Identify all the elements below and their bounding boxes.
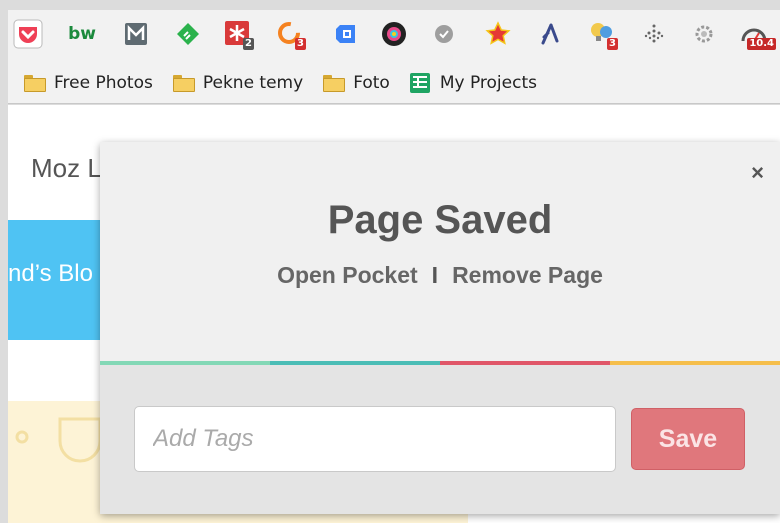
popup-footer: Save [100,365,780,514]
bookmark-pekne-temy[interactable]: Pekne temy [172,72,304,93]
asterisk-extension-icon[interactable]: 2 [222,18,254,50]
dots-extension-icon[interactable] [638,18,670,50]
blue-box-extension-icon[interactable] [330,18,362,50]
star-extension-icon[interactable] [482,18,514,50]
m-extension-icon[interactable] [120,18,152,50]
page-saved-title: Page Saved [327,198,553,242]
folder-icon [24,75,46,92]
blog-banner[interactable]: nd’s Blo [8,220,108,340]
bookmarks-bar: Free Photos Pekne temy Foto My Projects [8,62,780,104]
extensions-toolbar: bw 2 3 3 10.4 [8,10,780,62]
pocket-extension-icon[interactable] [12,18,44,50]
browser-window: bw 2 3 3 10.4 Free Photos Pekne temy Fot… [0,0,780,523]
spreadsheet-icon [409,72,430,93]
save-button[interactable]: Save [631,408,745,470]
popup-header: × Page Saved Open Pocket I Remove Page [100,142,780,361]
bookmark-label: Pekne temy [202,72,304,93]
bookmark-label: Foto [353,72,390,93]
speedometer-extension-icon[interactable]: 10.4 [738,18,776,50]
bw-extension-icon[interactable]: bw [66,18,98,50]
remove-page-link[interactable]: Remove Page [452,262,603,288]
banner-text: nd’s Blo [8,260,93,287]
fork-extension-icon[interactable] [534,18,566,50]
bookmark-my-projects[interactable]: My Projects [409,72,537,93]
close-button[interactable]: × [751,160,764,186]
folder-icon [323,75,346,92]
open-pocket-link[interactable]: Open Pocket [277,262,418,288]
gray-check-extension-icon[interactable] [428,18,460,50]
bookmark-foto[interactable]: Foto [323,73,390,93]
pocket-save-popup: × Page Saved Open Pocket I Remove Page Sav… [100,142,780,514]
folder-icon [172,75,195,92]
page-heading: Moz L [31,153,102,183]
feedly-extension-icon[interactable] [172,18,204,50]
color-wheel-extension-icon[interactable] [378,18,410,50]
bookmark-free-photos[interactable]: Free Photos [24,73,153,93]
gear-extension-icon[interactable] [688,18,720,50]
orange-ring-extension-icon[interactable]: 3 [274,18,306,50]
bookmark-label: Free Photos [54,72,153,93]
bookmark-label: My Projects [439,72,537,93]
bulbs-extension-icon[interactable]: 3 [586,18,618,50]
link-separator: I [431,262,439,288]
add-tags-input[interactable] [134,406,616,472]
popup-links: Open Pocket I Remove Page [100,262,780,289]
